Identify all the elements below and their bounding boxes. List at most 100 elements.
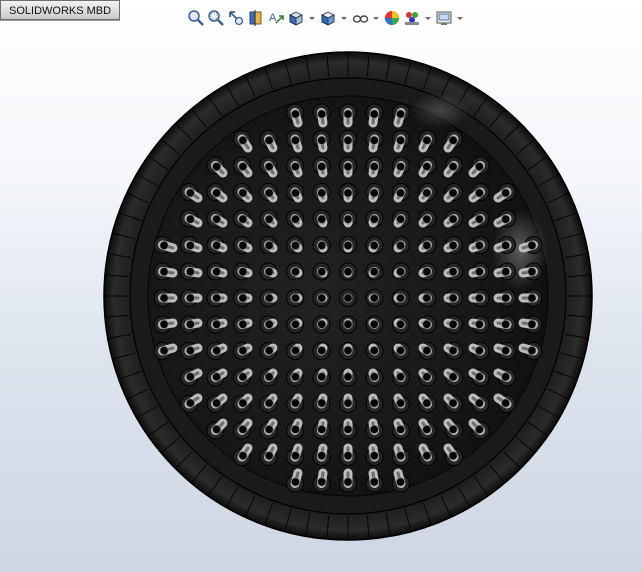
tab-underline [0,20,120,21]
hole [312,368,331,387]
hole [259,418,278,440]
hole [339,156,357,178]
edit-appearance-icon[interactable] [383,9,401,27]
hole [206,209,228,228]
hole [468,209,490,228]
hole [180,262,203,281]
hole [418,443,437,466]
section-view-icon[interactable] [247,9,265,27]
hole [312,393,331,413]
hole [233,443,253,466]
hole [443,393,463,413]
hole [418,289,437,307]
heads-up-view-toolbar: A [187,6,467,30]
part-model[interactable] [0,0,642,572]
chevron-down-icon[interactable] [373,16,379,20]
hole [493,342,516,360]
hole [180,289,203,307]
hole [233,236,253,254]
dynamic-annotation-views-icon[interactable]: A [267,9,285,27]
hole [468,262,490,281]
hole [392,156,410,178]
hole [392,418,410,440]
hole [233,342,253,360]
hole [468,315,490,334]
hole [365,289,384,307]
hole [286,289,304,307]
hole [233,130,253,153]
hole [259,315,278,334]
hole [468,156,490,178]
hole [365,368,384,387]
hole [392,342,410,360]
chevron-down-icon[interactable] [309,16,315,20]
chevron-down-icon[interactable] [341,16,347,20]
hole [418,183,437,203]
hole [312,156,331,178]
hole [339,368,357,387]
hole [418,209,437,228]
view-settings-icon[interactable] [435,9,453,27]
hole [206,418,228,440]
hole [365,236,384,254]
hole [468,236,490,254]
hole [233,418,253,440]
hole [259,342,278,360]
hole [312,418,331,440]
hole [392,236,410,254]
hole [339,236,357,254]
hole [392,262,410,281]
hole [365,315,384,334]
hole [312,130,331,153]
hole-array [153,103,543,493]
display-style-icon[interactable] [319,9,337,27]
hole [468,289,490,307]
hole [392,130,410,153]
hole [392,209,410,228]
hole [443,315,463,334]
chevron-down-icon[interactable] [457,16,463,20]
hole [443,236,463,254]
hole [233,315,253,334]
tab-solidworks-mbd[interactable]: SOLIDWORKS MBD [0,0,121,20]
hole [259,183,278,203]
graphics-area[interactable]: SOLIDWORKS MBD A [0,0,642,572]
apply-scene-icon[interactable] [403,9,421,27]
hole [233,183,253,203]
hole [286,262,304,281]
hole [286,209,304,228]
hole [312,236,331,254]
hole [418,156,437,178]
hole [418,262,437,281]
hole [443,342,463,360]
hole [365,443,384,466]
hole [365,262,384,281]
hole [206,236,228,254]
hole [180,368,203,387]
hole [443,209,463,228]
hole [206,342,228,360]
hole [339,443,357,466]
hole [180,342,203,360]
hole [339,418,357,440]
hole [339,342,357,360]
hole [365,183,384,203]
hole [259,393,278,413]
hole [443,418,463,440]
hole [365,418,384,440]
highlight [410,92,470,128]
hide-show-items-icon[interactable] [351,9,369,27]
zoom-to-area-icon[interactable] [207,9,225,27]
hole [392,368,410,387]
zoom-to-fit-icon[interactable] [187,9,205,27]
previous-view-icon[interactable] [227,9,245,27]
chevron-down-icon[interactable] [425,16,431,20]
hole [418,130,437,153]
hole [206,315,228,334]
hole [259,289,278,307]
hole [392,443,410,466]
view-orientation-icon[interactable] [287,9,305,27]
hole [259,368,278,387]
hole [493,236,516,254]
hole [312,183,331,203]
